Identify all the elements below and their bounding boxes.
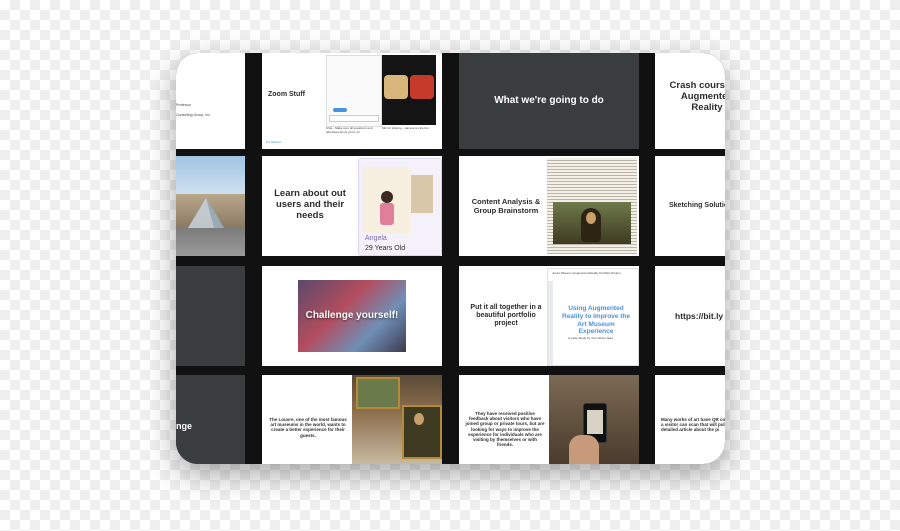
slide-thumbnail[interactable] xyxy=(176,266,245,366)
challenge-photo: Challenge yourself! xyxy=(298,280,406,352)
slide-thumbnail[interactable]: Learn about out users and their needs An… xyxy=(262,156,442,256)
doc-subtitle: A Case Study by Your Name Here xyxy=(568,336,614,340)
doc-header: Junior Museum Augmented Reality Portfoli… xyxy=(552,271,621,275)
slide-thumbnail[interactable]: Crash course on Augmented Reality xyxy=(655,53,725,149)
slide-text: The Louvre, one of the most famous art m… xyxy=(269,417,347,438)
slide-text: They have received positive feedback abo… xyxy=(465,411,545,448)
slide-thumbnail[interactable]: They have received positive feedback abo… xyxy=(459,375,639,464)
slide-thumbnail[interactable]: Many works of art have QR codes, so a vi… xyxy=(655,375,725,464)
zoom-video-screenshot xyxy=(382,55,436,125)
slide-title: nge xyxy=(176,421,193,431)
slide-thumbnail[interactable]: Professor Consulting Group, Inc. xyxy=(176,53,245,149)
portfolio-doc-preview: Junior Museum Augmented Reality Portfoli… xyxy=(547,268,639,366)
persona-age: 29 Years Old xyxy=(365,245,406,252)
slide-text: Many works of art have QR codes, so a vi… xyxy=(661,417,725,433)
slide-thumbnail[interactable] xyxy=(176,156,245,256)
slide-thumbnail[interactable]: nge xyxy=(176,375,245,464)
slide-title: Zoom Stuff xyxy=(268,91,305,98)
persona-name: Angela xyxy=(365,235,387,242)
slide-title: Challenge yourself! xyxy=(305,310,399,322)
slide-text: Chat - Make sure all questions and atten… xyxy=(326,126,373,134)
slide-title: Put it all together in a beautiful portf… xyxy=(470,304,542,328)
slide-thumbnail[interactable]: What we're going to do xyxy=(459,53,639,149)
slide-title: Content Analysis & Group Brainstorm xyxy=(471,197,541,215)
slide-title: https://bit.ly xyxy=(675,311,724,321)
slide-title: What we're going to do xyxy=(494,95,604,107)
slide-title: Crash course on Augmented Reality xyxy=(669,80,725,113)
slide-grid-card: Professor Consulting Group, Inc. Zoom St… xyxy=(176,53,725,464)
persona-card: Angela 29 Years Old xyxy=(358,158,442,256)
slide-text: Consulting Group, Inc. xyxy=(176,113,211,117)
slide-thumbnail[interactable]: Sketching Solutions xyxy=(655,156,725,256)
gallery-photo xyxy=(352,375,442,464)
slide-title: Learn about out users and their needs xyxy=(274,188,346,221)
slide-thumbnail[interactable]: The Louvre, one of the most famous art m… xyxy=(262,375,442,464)
doc-title: Using Augmented Reality to Improve the A… xyxy=(562,305,630,336)
louvre-photo xyxy=(176,156,245,256)
slide-thumbnail[interactable]: Zoom Stuff Chat - Make sure all question… xyxy=(262,53,442,149)
slide-text: Mic for sharing - camera is nice but xyxy=(382,126,429,130)
mona-lisa-article-image xyxy=(547,158,637,254)
slide-thumbnail[interactable]: https://bit.ly xyxy=(655,266,725,366)
zoom-chat-screenshot xyxy=(326,55,382,127)
slide-thumbnail[interactable]: Challenge yourself! xyxy=(262,266,442,366)
slide-title: Sketching Solutions xyxy=(669,202,725,209)
slide-thumbnail[interactable]: Content Analysis & Group Brainstorm xyxy=(459,156,639,256)
slide-footer: UX Masters xyxy=(266,140,282,144)
phone-scan-photo xyxy=(549,375,639,464)
slide-thumbnail[interactable]: Put it all together in a beautiful portf… xyxy=(459,266,639,366)
slide-text: Professor xyxy=(176,103,191,107)
